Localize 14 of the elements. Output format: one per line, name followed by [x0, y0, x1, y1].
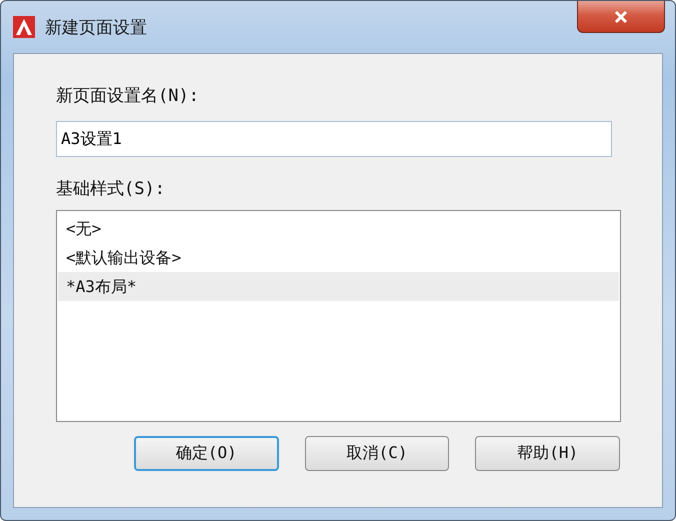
dialog-button[interactable]: 帮助(H) [475, 436, 620, 471]
window-title: 新建页面设置 [45, 16, 147, 38]
dialog-button[interactable]: 确定(O) [134, 436, 279, 471]
close-button[interactable] [577, 1, 665, 33]
list-label: 基础样式(S): [56, 178, 165, 200]
app-logo-icon [13, 16, 35, 38]
list-item[interactable]: *A3布局* [58, 272, 619, 301]
field-label: 新页面设置名(N): [56, 85, 199, 107]
list-item[interactable]: <默认输出设备> [58, 243, 619, 272]
close-icon [613, 10, 629, 24]
dialog-button[interactable]: 取消(C) [304, 436, 450, 471]
list-item[interactable]: <无> [58, 214, 619, 243]
style-list[interactable]: <无> <默认输出设备> *A3布局* [56, 210, 621, 422]
name-input-field[interactable]: A3设置1 [56, 121, 612, 157]
